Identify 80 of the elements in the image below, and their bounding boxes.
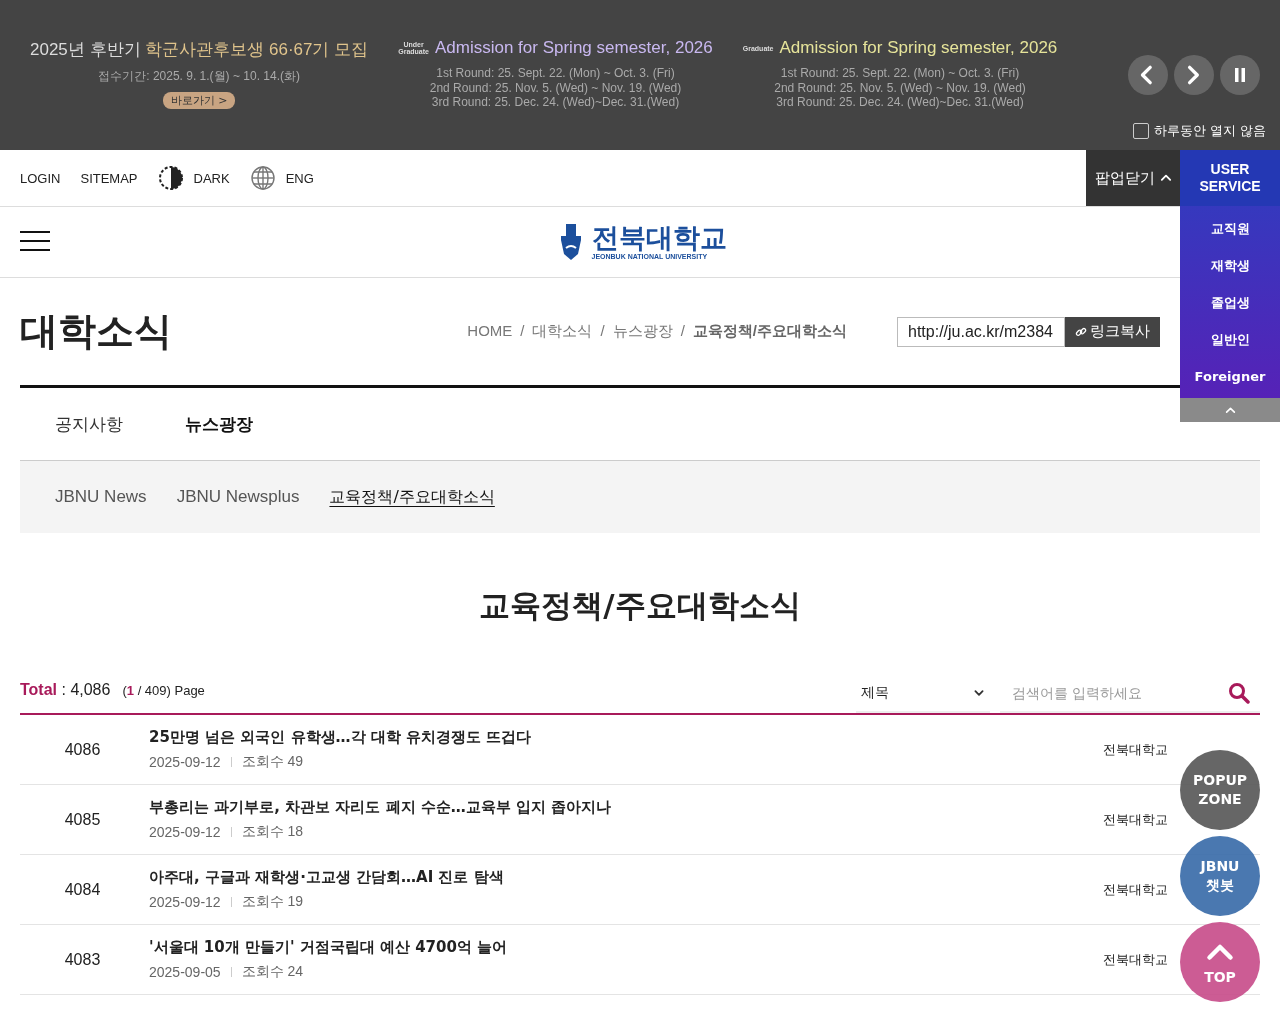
contrast-icon: [157, 165, 184, 191]
article-title[interactable]: '서울대 10개 만들기' 거점국립대 예산 4700억 늘어: [149, 938, 1103, 957]
user-service-link[interactable]: 교직원: [1204, 210, 1256, 247]
view-count: 조회수 49: [241, 753, 304, 771]
author: 전북대학교: [1103, 880, 1168, 899]
view-count: 조회수 19: [241, 893, 304, 911]
globe-icon: [249, 165, 276, 191]
breadcrumb-link[interactable]: 교육정책/주요대학소식: [692, 322, 847, 341]
banner-text: 2nd Round: 25. Nov. 5. (Wed) ~ Nov. 19. (Wed): [774, 80, 1026, 95]
row-number: 4085: [63, 810, 102, 829]
user-service-link[interactable]: Foreigner: [1188, 358, 1272, 395]
top-button[interactable]: TOP: [1180, 922, 1260, 1002]
banner-text: 3rd Round: 25. Dec. 24. (Wed)~Dec. 31.(Wed): [776, 95, 1024, 110]
breadcrumb-link[interactable]: 대학소식: [532, 322, 593, 341]
checkbox-label: 하루동안 열지 않음: [1153, 122, 1266, 140]
article-title[interactable]: 아주대, 구글과 재학생·고교생 간담회…AI 진로 탐색: [149, 868, 1103, 887]
banner-text: 1st Round: 25. Sept. 22. (Mon) ~ Oct. 3. (Fri): [780, 66, 1020, 81]
post-date: 2025-09-12: [149, 894, 221, 910]
breadcrumb-separator: /: [520, 322, 525, 341]
banner-text: 2nd Round: 25. Nov. 5. (Wed) ~ Nov. 19. (Wed): [429, 80, 682, 95]
banner-title: Admission for Spring semester, 2026: [779, 38, 1058, 58]
pause-icon: [1234, 67, 1246, 83]
copy-link-button[interactable]: 링크복사: [1065, 316, 1160, 347]
banner-text: 접수기간: 2025. 9. 1.(월) ~ 10. 14.(화): [98, 69, 300, 84]
user-service-link[interactable]: 일반인: [1204, 321, 1256, 358]
chatbot-button[interactable]: JBNU 챗봇: [1180, 836, 1260, 916]
url-field[interactable]: http://ju.ac.kr/m2384: [897, 316, 1065, 347]
post-date: 2025-09-12: [149, 754, 221, 770]
pause-button[interactable]: [1220, 55, 1260, 95]
banner-title: 2025년 후반기 학군사관후보생 66·67기 모집: [30, 39, 369, 61]
utility-link[interactable]: SITEMAP: [80, 170, 138, 186]
article-title[interactable]: 25만명 넘은 외국인 유학생…각 대학 유치경쟁도 뜨겁다: [149, 728, 1103, 747]
page-indicator: (1 / 409) Page: [122, 683, 205, 698]
post-date: 2025-09-05: [149, 964, 221, 980]
view-count: 조회수 24: [241, 963, 304, 981]
article-title[interactable]: 부총리는 과기부로, 차관보 자리도 폐지 수순…교육부 입지 좁아지나: [149, 798, 1103, 817]
user-service-link[interactable]: 재학생: [1204, 247, 1256, 284]
banner-text: 3rd Round: 25. Dec. 24. (Wed)~Dec. 31.(Wed): [431, 95, 680, 110]
chevron-up-icon: [1224, 404, 1236, 416]
subtab[interactable]: JBNU News: [55, 487, 147, 507]
search-type-select[interactable]: 제목: [856, 675, 990, 713]
post-date: 2025-09-12: [149, 824, 221, 840]
subtab[interactable]: JBNU Newsplus: [176, 487, 300, 507]
row-number: 4083: [63, 950, 102, 969]
chevron-up-icon: [1159, 172, 1172, 184]
banner-text: 1st Round: 25. Sept. 22. (Mon) ~ Oct. 3. (Fri): [436, 66, 675, 81]
view-count: 조회수 18: [241, 823, 304, 841]
user-service-title: USER SERVICE: [1180, 150, 1280, 206]
logo-name: 전북대학교: [591, 224, 727, 251]
utility-link[interactable]: ENG: [285, 170, 314, 186]
section-heading: 교육정책/주요대학소식: [478, 586, 802, 625]
author: 전북대학교: [1103, 810, 1168, 829]
breadcrumb-link[interactable]: HOME: [467, 322, 513, 341]
row-number: 4084: [63, 880, 102, 899]
search-icon[interactable]: [1228, 682, 1250, 704]
popup-zone-button[interactable]: POPUP ZONE: [1180, 750, 1260, 830]
next-button[interactable]: [1174, 55, 1214, 95]
search-field[interactable]: 검색어를 입력하세요: [1010, 684, 1214, 702]
user-service-link[interactable]: 졸업생: [1204, 284, 1256, 321]
breadcrumb-link[interactable]: 뉴스광장: [612, 322, 673, 341]
banner-title: Admission for Spring semester, 2026: [434, 38, 713, 58]
breadcrumb-separator: /: [600, 322, 605, 341]
author: 전북대학교: [1103, 950, 1168, 969]
tab[interactable]: 뉴스광장: [185, 412, 253, 436]
row-number: 4086: [63, 740, 102, 759]
checkbox[interactable]: [1132, 123, 1149, 139]
shortcut-button[interactable]: 바로가기 >: [162, 91, 236, 109]
total-count: Total : 4,086: [20, 681, 111, 699]
chevron-down-icon: [973, 687, 985, 699]
page-title: 대학소식: [20, 308, 173, 355]
author: 전북대학교: [1103, 740, 1168, 759]
subtab[interactable]: 교육정책/주요대학소식: [329, 486, 495, 508]
previous-button[interactable]: [1128, 55, 1168, 95]
popup-close-button[interactable]: 팝업닫기: [1086, 150, 1180, 206]
utility-link[interactable]: DARK: [193, 170, 230, 186]
tab[interactable]: 공지사항: [55, 412, 123, 436]
utility-link[interactable]: LOGIN: [20, 170, 61, 186]
link-icon: [1075, 325, 1087, 338]
breadcrumb-separator: /: [680, 322, 685, 341]
menu-icon[interactable]: [20, 231, 50, 251]
